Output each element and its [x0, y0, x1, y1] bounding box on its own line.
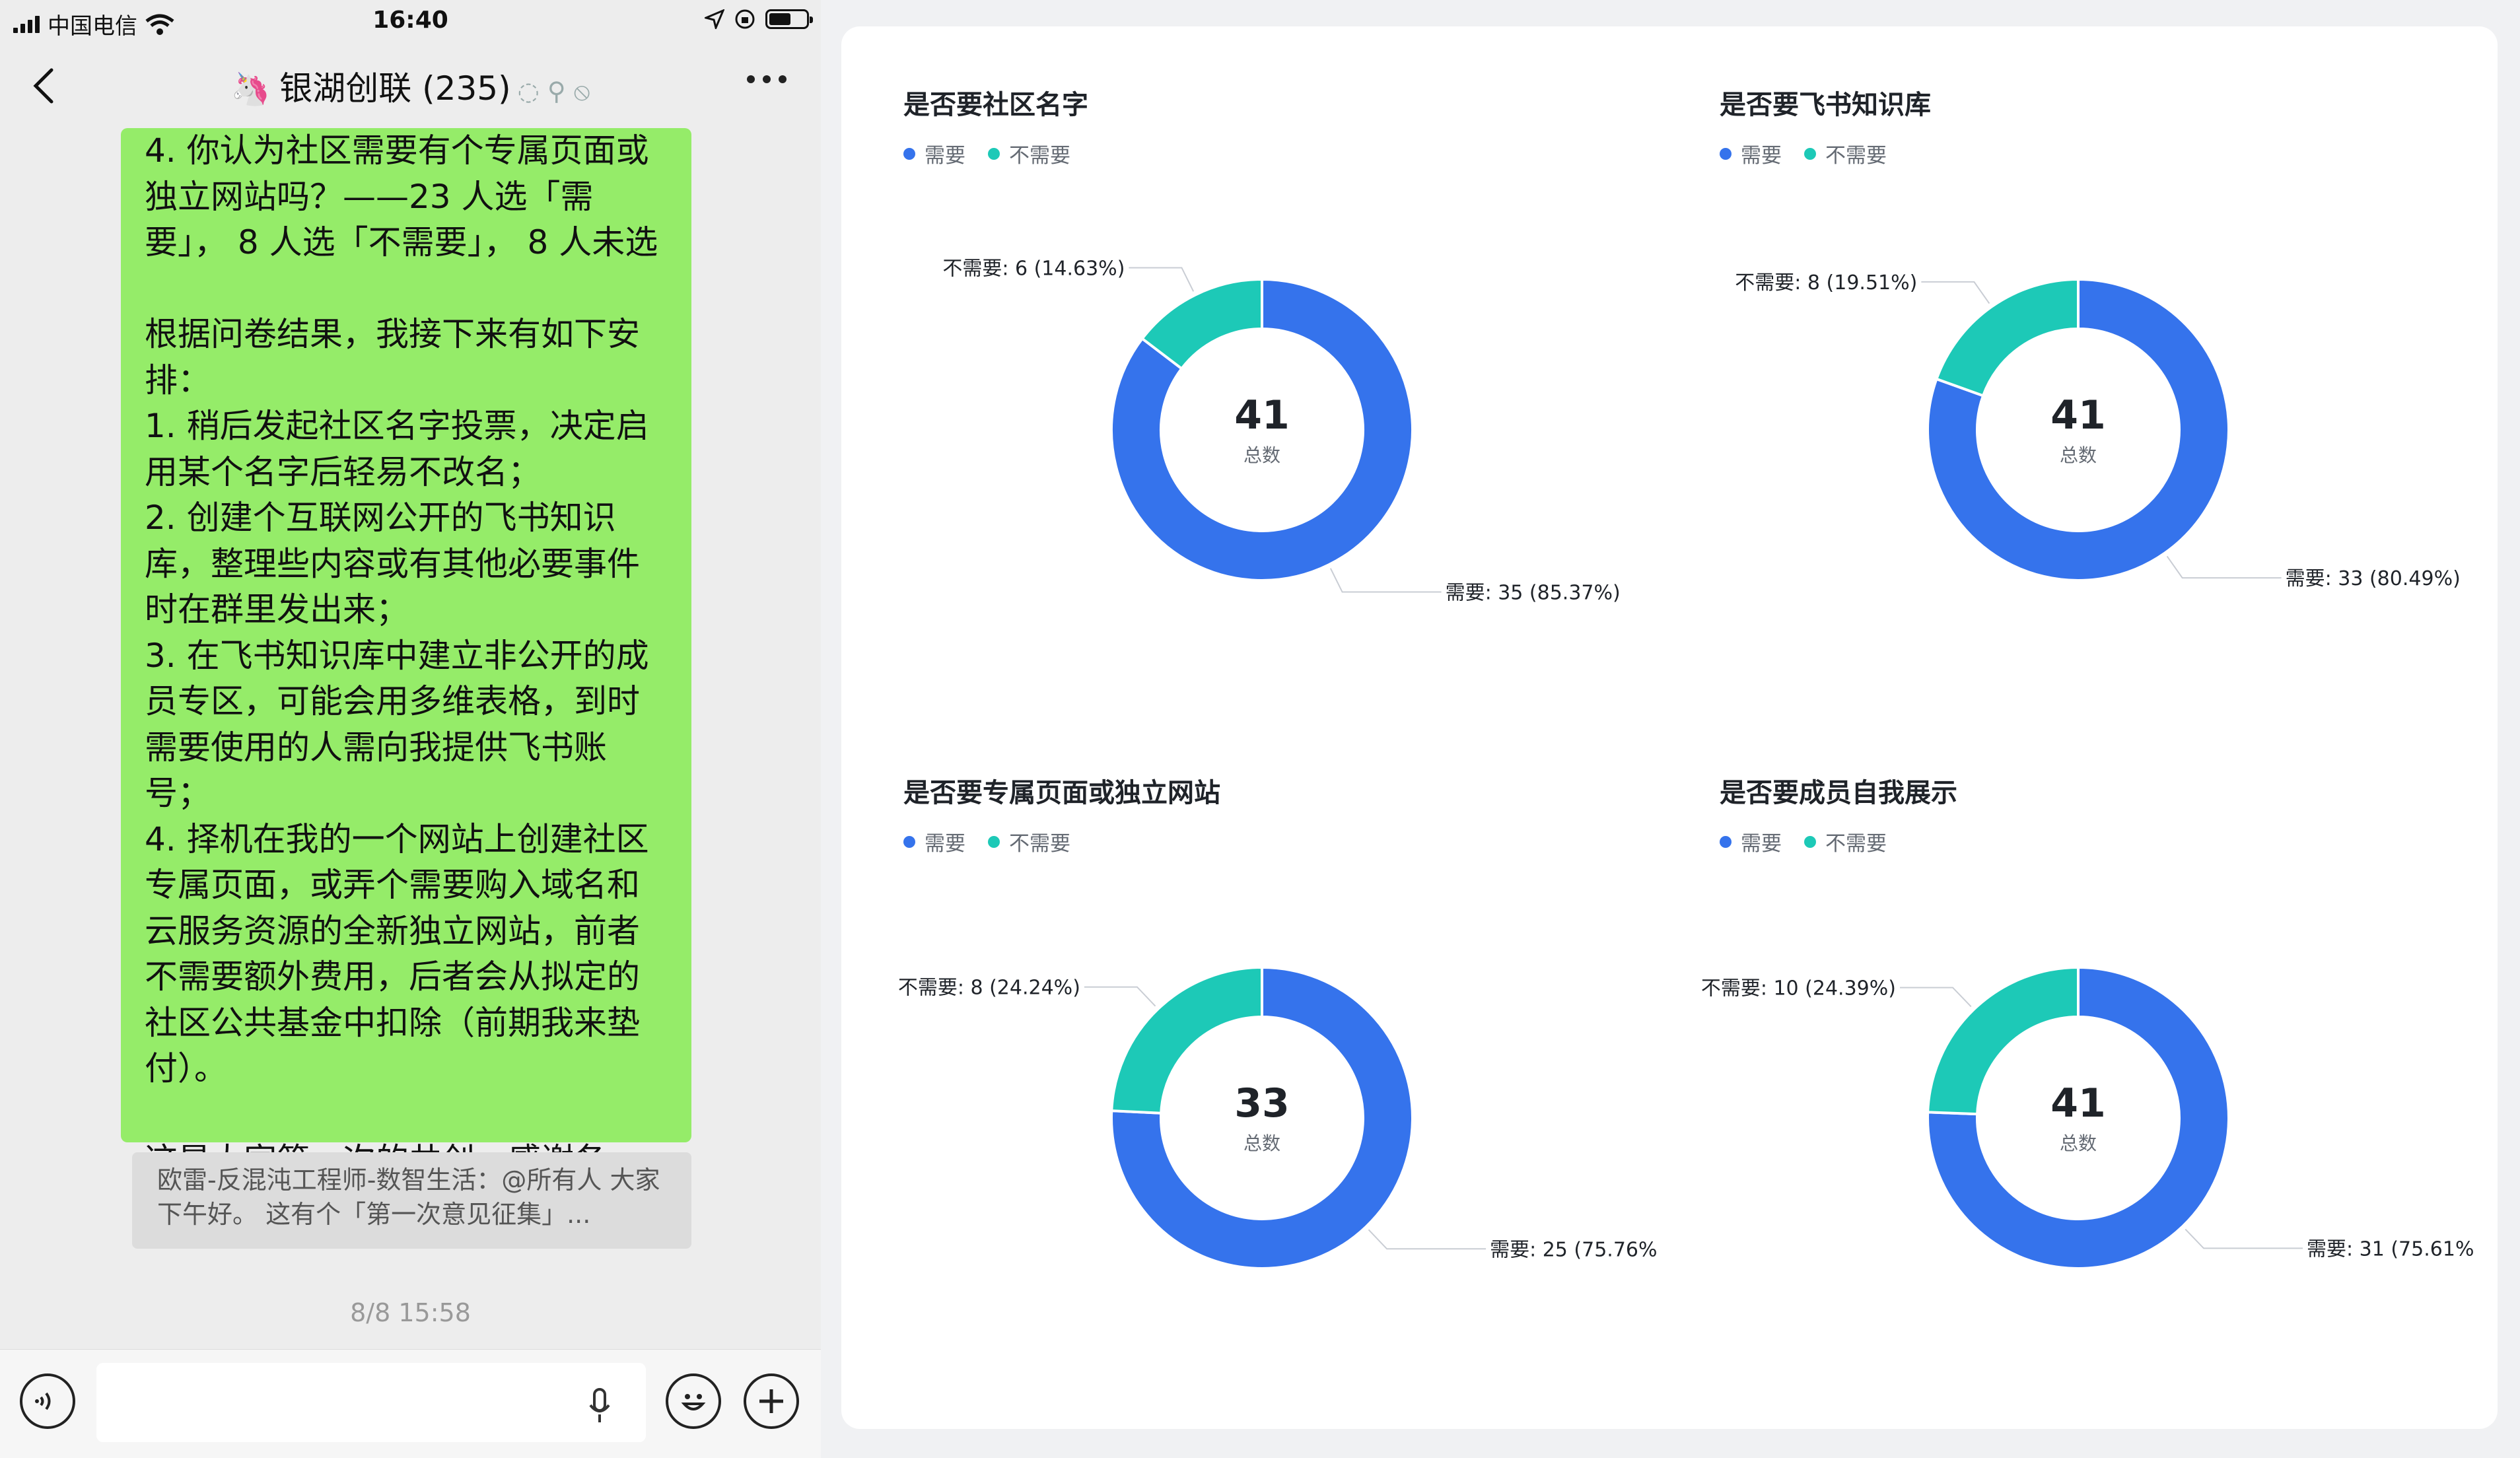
leader-line — [1329, 568, 1442, 593]
leader-line — [2166, 555, 2282, 579]
leader-line — [1368, 1229, 1487, 1250]
group-name: 银湖创联 (235) — [279, 69, 511, 108]
status-time: 16:40 — [372, 7, 448, 34]
slice-label: 不需要: 8 (19.51%) — [1735, 271, 1917, 295]
total-label: 总数 — [1243, 444, 1280, 466]
survey-dashboard: 是否要社区名字 需要 不需要 需要: 35 (85.37%) 不需要: 6 (14.63… — [841, 26, 2498, 1429]
message-input[interactable] — [96, 1363, 646, 1442]
voice-button[interactable] — [20, 1373, 75, 1429]
donut-slice[interactable] — [1934, 277, 2080, 398]
slice-label: 需要: 25 (75.76%) — [1490, 1238, 1658, 1261]
donut-chart: 需要: 31 (75.61%) 不需要: 10 (24.39%) 41 总数 — [1701, 965, 2474, 1270]
total-value: 41 — [1234, 392, 1290, 438]
more-options-icon[interactable] — [747, 75, 787, 83]
battery-icon — [765, 9, 813, 29]
location-icon — [705, 9, 724, 29]
chart-card: 是否要成员自我展示 需要 不需要 需要: 31 (75.61%) 不需要: 10 (24… — [1658, 714, 2474, 1401]
donut-chart: 需要: 33 (80.49%) 不需要: 8 (19.51%) 41 总数 — [1735, 271, 2461, 590]
chart-card: 是否要飞书知识库 需要 不需要 需要: 33 (80.49%) 不需要: 8 (19.5… — [1658, 26, 2474, 713]
slice-label: 需要: 31 (75.61%) — [2307, 1237, 2474, 1261]
input-bar — [0, 1349, 821, 1458]
chart-card: 是否要社区名字 需要 不需要 需要: 35 (85.37%) 不需要: 6 (14.63… — [841, 26, 1658, 713]
chat-title: 🦄 银湖创联 (235) ◌ ⚲ ⦸ — [0, 62, 821, 110]
unicorn-icon: 🦄 — [230, 71, 271, 108]
chat-screen: 中国电信 16:40 🦄 银湖创联 (235) ◌ ⚲ ⦸ 4. 你认为社区需要… — [0, 0, 821, 1458]
leader-line — [1129, 267, 1195, 292]
voice-icon — [35, 1392, 51, 1410]
total-label: 总数 — [2060, 444, 2097, 466]
status-bar: 中国电信 16:40 — [0, 0, 821, 44]
plus-icon — [759, 1389, 783, 1413]
chat-header: 🦄 银湖创联 (235) ◌ ⚲ ⦸ — [0, 44, 821, 128]
donut-chart: 需要: 35 (85.37%) 不需要: 6 (14.63%) 41 总数 — [942, 257, 1621, 605]
microphone-icon[interactable] — [586, 1387, 613, 1426]
emoji-button[interactable] — [666, 1373, 721, 1429]
smiley-icon — [681, 1394, 706, 1410]
slice-label: 不需要: 10 (24.39%) — [1701, 977, 1896, 1000]
slice-label: 不需要: 8 (24.24%) — [898, 977, 1080, 1000]
total-label: 总数 — [1243, 1132, 1280, 1154]
leader-line — [2185, 1228, 2303, 1249]
message-bubble: 4. 你认为社区需要有个专属页面或独立网站吗？——23 人选「需要」， 8 人选… — [121, 128, 691, 1226]
slice-label: 需要: 35 (85.37%) — [1446, 582, 1621, 605]
plus-button[interactable] — [744, 1373, 799, 1429]
chart-card: 是否要专属页面或独立网站 需要 不需要 需要: 25 (75.76%) 不需要: 8 (… — [841, 714, 1658, 1401]
total-label: 总数 — [2060, 1132, 2097, 1154]
leader-line — [1921, 281, 1990, 304]
donut-chart: 需要: 25 (75.76%) 不需要: 8 (24.24%) 33 总数 — [898, 965, 1658, 1270]
total-value: 41 — [2050, 1080, 2106, 1127]
leader-line — [1084, 986, 1156, 1007]
status-icons: ◌ ⚲ ⦸ — [517, 77, 590, 106]
total-value: 33 — [1234, 1080, 1290, 1127]
slice-label: 需要: 33 (80.49%) — [2286, 567, 2461, 590]
message-timestamp: 8/8 15:58 — [350, 1298, 471, 1327]
leader-line — [1899, 987, 1972, 1008]
slice-label: 不需要: 6 (14.63%) — [942, 257, 1125, 280]
orientation-lock-icon — [735, 9, 755, 29]
total-value: 41 — [2050, 392, 2106, 438]
quoted-message[interactable]: 欧雷-反混沌工程师-数智生活：@所有人 大家下午好。 这有个「第一次意见征集」.… — [132, 1152, 691, 1249]
